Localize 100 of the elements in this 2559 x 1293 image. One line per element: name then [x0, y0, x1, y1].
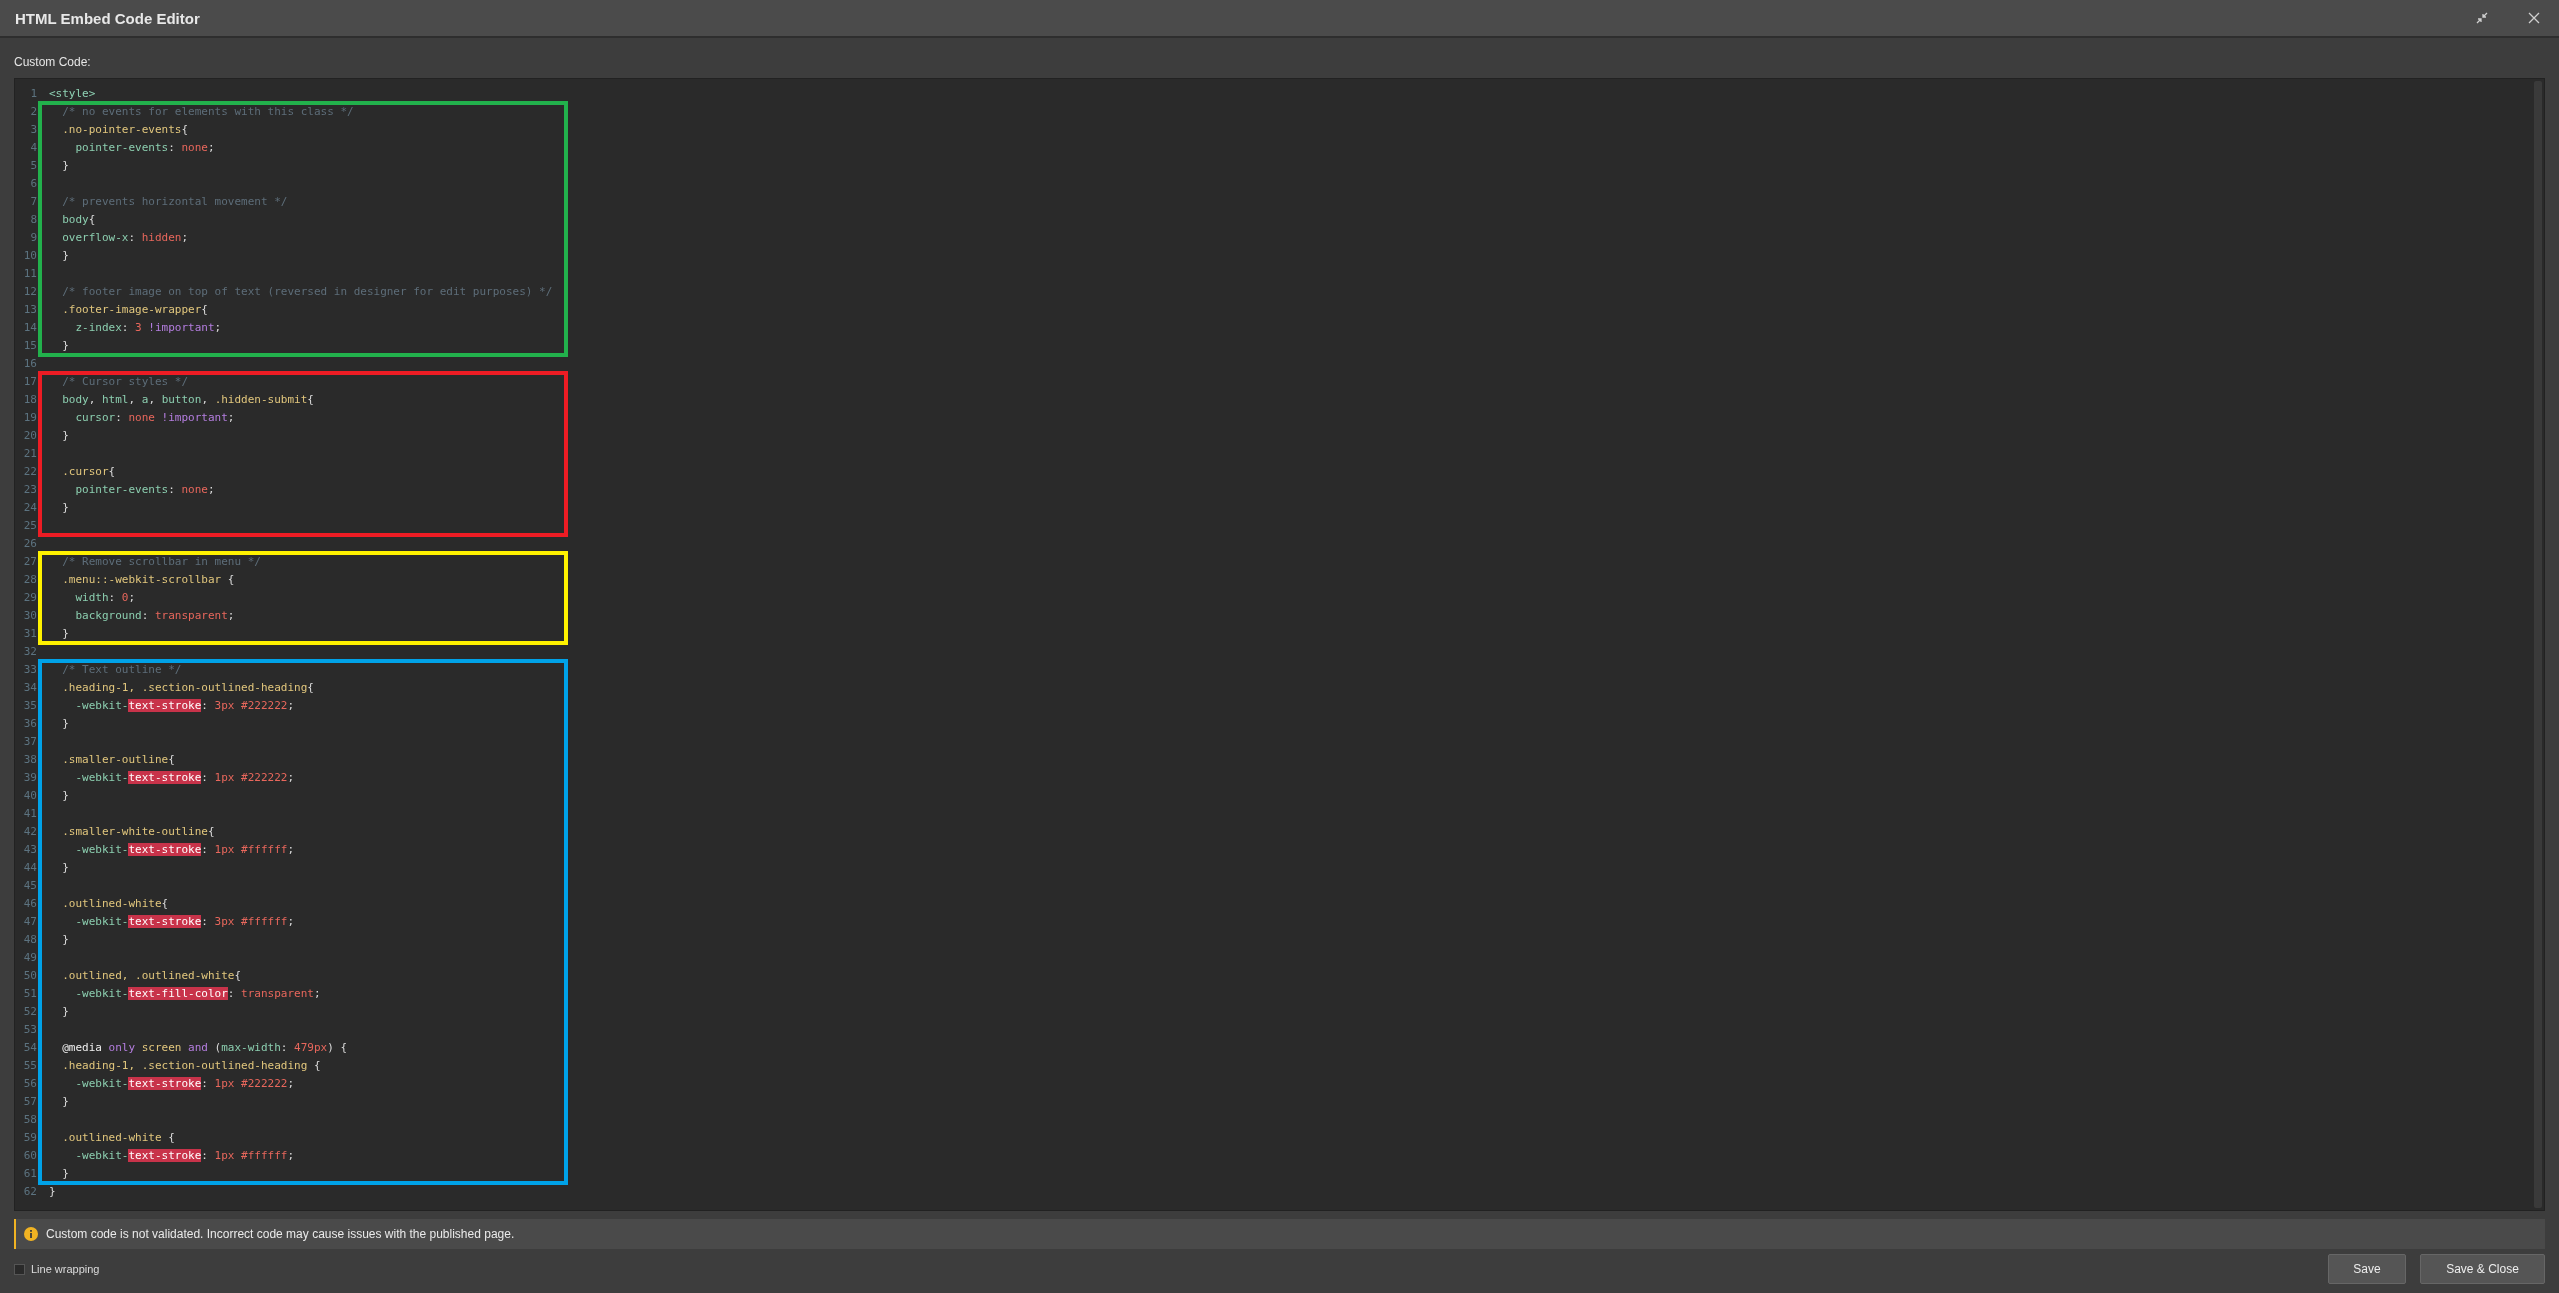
code-line: -webkit-text-stroke: 3px #222222;: [74, 698, 295, 712]
line-number: 44: [22, 860, 37, 874]
checkbox-label: Line wrapping: [31, 1263, 100, 1275]
line-number: 18: [22, 392, 37, 406]
field-label: Custom Code:: [14, 54, 91, 71]
window-title: HTML Embed Code Editor: [15, 9, 200, 27]
line-number: 30: [22, 608, 37, 622]
collapse-icon[interactable]: [2476, 12, 2488, 24]
line-number: 53: [22, 1022, 37, 1036]
code-line: /* prevents horizontal movement */: [61, 194, 288, 208]
line-number: 9: [29, 230, 37, 244]
code-line: /* Remove scrollbar in menu */: [61, 554, 261, 568]
save-button[interactable]: Save: [2328, 1254, 2406, 1284]
code-line: }: [61, 338, 69, 352]
line-number: 5: [29, 158, 37, 172]
line-number: 46: [22, 896, 37, 910]
code-line: z-index: 3 !important;: [74, 320, 222, 334]
code-line: .smaller-white-outline{: [61, 824, 215, 838]
code-line: cursor: none !important;: [74, 410, 235, 424]
line-number: 58: [22, 1112, 37, 1126]
line-number: 32: [22, 644, 37, 658]
code-line: /* Cursor styles */: [61, 374, 189, 388]
code-line: }: [61, 1166, 69, 1180]
save-close-button[interactable]: Save & Close: [2420, 1254, 2545, 1284]
code-line: -webkit-text-stroke: 3px #ffffff;: [74, 914, 295, 928]
code-line: -webkit-text-fill-color: transparent;: [74, 986, 321, 1000]
line-number: 49: [22, 950, 37, 964]
code-line: }: [61, 248, 69, 262]
line-number: 28: [22, 572, 37, 586]
code-line: .heading-1, .section-outlined-heading{: [61, 680, 314, 694]
line-number: 19: [22, 410, 37, 424]
line-number: 16: [22, 356, 37, 370]
line-wrapping-checkbox[interactable]: [14, 1263, 25, 1275]
code-line: }: [61, 158, 69, 172]
line-number: 22: [22, 464, 37, 478]
line-number: 27: [22, 554, 37, 568]
line-number: 57: [22, 1094, 37, 1108]
line-number: 59: [22, 1130, 37, 1144]
code-line: width: 0;: [74, 590, 136, 604]
code-line: }: [61, 788, 69, 802]
code-line: <style>: [49, 86, 96, 100]
line-number: 15: [22, 338, 37, 352]
code-line: .footer-image-wrapper{: [61, 302, 208, 316]
code-line: }: [61, 860, 69, 874]
code-line: .no-pointer-events{: [61, 122, 189, 136]
line-number: 34: [22, 680, 37, 694]
line-number: 26: [22, 536, 37, 550]
line-number: 60: [22, 1148, 37, 1162]
line-number: 11: [22, 266, 37, 280]
line-number: 33: [22, 662, 37, 676]
line-number: 61: [22, 1166, 37, 1180]
code-line: @media only screen and (max-width: 479px) {: [61, 1040, 348, 1054]
code-line: }: [61, 626, 69, 640]
code-line: .heading-1, .section-outlined-heading {: [61, 1058, 321, 1072]
line-number: 12: [22, 284, 37, 298]
code-line: }: [61, 500, 69, 514]
code-line: /* Text outline */: [61, 662, 182, 676]
line-number: 35: [22, 698, 37, 712]
code-line: body{: [61, 212, 96, 226]
code-line: .outlined-white{: [61, 896, 169, 910]
line-number: 21: [22, 446, 37, 460]
line-number: 40: [22, 788, 37, 802]
code-line: -webkit-text-stroke: 1px #222222;: [74, 770, 295, 784]
line-number: 2: [29, 104, 37, 118]
code-line: }: [49, 1184, 56, 1198]
code-line: -webkit-text-stroke: 1px #222222;: [74, 1076, 295, 1090]
line-number: 48: [22, 932, 37, 946]
code-line: -webkit-text-stroke: 1px #ffffff;: [74, 842, 295, 856]
line-number: 41: [22, 806, 37, 820]
close-icon[interactable]: [2528, 12, 2540, 24]
line-number: 47: [22, 914, 37, 928]
code-editor[interactable]: [14, 78, 2545, 1211]
line-number: 8: [29, 212, 37, 226]
line-number: 13: [22, 302, 37, 316]
code-line: overflow-x: hidden;: [61, 230, 189, 244]
line-number: 43: [22, 842, 37, 856]
code-line: }: [61, 1094, 69, 1108]
line-number: 4: [29, 140, 37, 154]
code-line: .cursor{: [61, 464, 116, 478]
line-number: 54: [22, 1040, 37, 1054]
line-number: 14: [22, 320, 37, 334]
code-line: }: [61, 932, 69, 946]
line-number: 24: [22, 500, 37, 514]
code-line: /* no events for elements with this class */: [61, 104, 354, 118]
line-number: 31: [22, 626, 37, 640]
line-number: 25: [22, 518, 37, 532]
line-number: 50: [22, 968, 37, 982]
code-line: body, html, a, button, .hidden-submit{: [61, 392, 314, 406]
line-number: 38: [22, 752, 37, 766]
line-number: 20: [22, 428, 37, 442]
line-number: 37: [22, 734, 37, 748]
code-line: .menu::-webkit-scrollbar {: [61, 572, 235, 586]
line-number: 17: [22, 374, 37, 388]
code-line: background: transparent;: [74, 608, 235, 622]
code-line: }: [61, 1004, 69, 1018]
code-line: pointer-events: none;: [74, 482, 215, 496]
line-number: 56: [22, 1076, 37, 1090]
line-number: 6: [29, 176, 37, 190]
line-number: 3: [29, 122, 37, 136]
code-line: /* footer image on top of text (reversed in designer for edit purposes) */: [61, 284, 553, 298]
